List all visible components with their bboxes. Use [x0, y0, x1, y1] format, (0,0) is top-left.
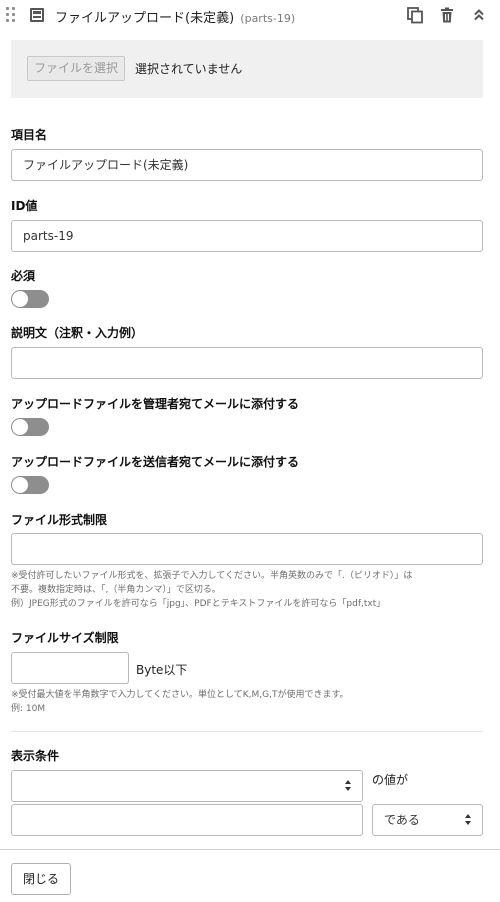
form-icon	[30, 8, 44, 22]
condition-operator-value: である	[384, 813, 420, 827]
item-name-input[interactable]: ファイルアップロード(未定義)	[11, 149, 483, 181]
file-status-text: 選択されていません	[135, 62, 243, 76]
file-size-input[interactable]	[11, 652, 129, 684]
attach-sender-toggle[interactable]	[11, 476, 49, 494]
file-type-note-line-1: ※受付許可したいファイル形式を、拡張子で入力してください。半角英数のみで「.（ピ…	[11, 571, 413, 581]
file-type-note-line-2: 不要。複数指定時は、「,（半角カンマ）」で区切る。	[11, 585, 221, 595]
id-value-input[interactable]: parts-19	[11, 220, 483, 252]
file-type-label: ファイル形式制限	[11, 513, 108, 527]
upload-preview: ファイルを選択 選択されていません	[11, 40, 483, 98]
section-divider	[11, 731, 483, 732]
field-title-text: ファイルアップロード(未定義)	[55, 11, 235, 26]
field-header: ファイルアップロード(未定義) (parts-19)	[0, 0, 500, 32]
display-condition-label: 表示条件	[11, 749, 60, 763]
collapse-icon[interactable]	[470, 6, 488, 24]
select-arrows-icon	[345, 780, 352, 792]
select-arrows-icon	[465, 814, 472, 826]
file-size-note-line-1: ※受付最大値を半角数字で入力してください。単位としてK,M,G,Tが使用できます…	[11, 690, 349, 700]
required-label: 必須	[11, 269, 36, 283]
file-type-input[interactable]	[11, 533, 483, 565]
file-size-unit: Byte以下	[136, 663, 188, 677]
condition-operator-select[interactable]: である	[372, 804, 483, 836]
choose-file-button[interactable]: ファイルを選択	[27, 56, 126, 81]
description-input[interactable]	[11, 347, 483, 379]
id-value-label: ID値	[11, 199, 38, 213]
attach-sender-label: アップロードファイルを送信者宛てメールに添付する	[11, 455, 300, 469]
condition-value-suffix: の値が	[372, 773, 409, 787]
required-toggle[interactable]	[11, 290, 49, 308]
attach-admin-toggle[interactable]	[11, 418, 49, 436]
file-size-label: ファイルサイズ制限	[11, 631, 119, 645]
description-label: 説明文（注釈・入力例）	[11, 326, 144, 340]
condition-field-select[interactable]	[11, 770, 363, 802]
file-size-note-line-2: 例: 10M	[11, 704, 46, 714]
item-name-label: 項目名	[11, 128, 48, 142]
drag-handle-icon[interactable]	[6, 7, 16, 25]
trash-icon[interactable]	[438, 6, 456, 24]
file-type-note: ※受付許可したいファイル形式を、拡張子で入力してください。半角英数のみで「.（ピ…	[11, 569, 489, 611]
footer-divider	[0, 849, 500, 850]
file-size-note: ※受付最大値を半角数字で入力してください。単位としてK,M,G,Tが使用できます…	[11, 688, 489, 716]
condition-value-input[interactable]	[11, 804, 363, 836]
close-button[interactable]: 閉じる	[11, 863, 71, 895]
field-id-tag: (parts-19)	[240, 12, 296, 25]
field-title: ファイルアップロード(未定義) (parts-19)	[55, 7, 295, 26]
file-type-note-line-3: 例）JPEG形式のファイルを許可なら「jpg」、PDFとテキストファイルを許可な…	[11, 599, 386, 609]
attach-admin-label: アップロードファイルを管理者宛てメールに添付する	[11, 397, 300, 411]
copy-icon[interactable]	[406, 6, 424, 24]
